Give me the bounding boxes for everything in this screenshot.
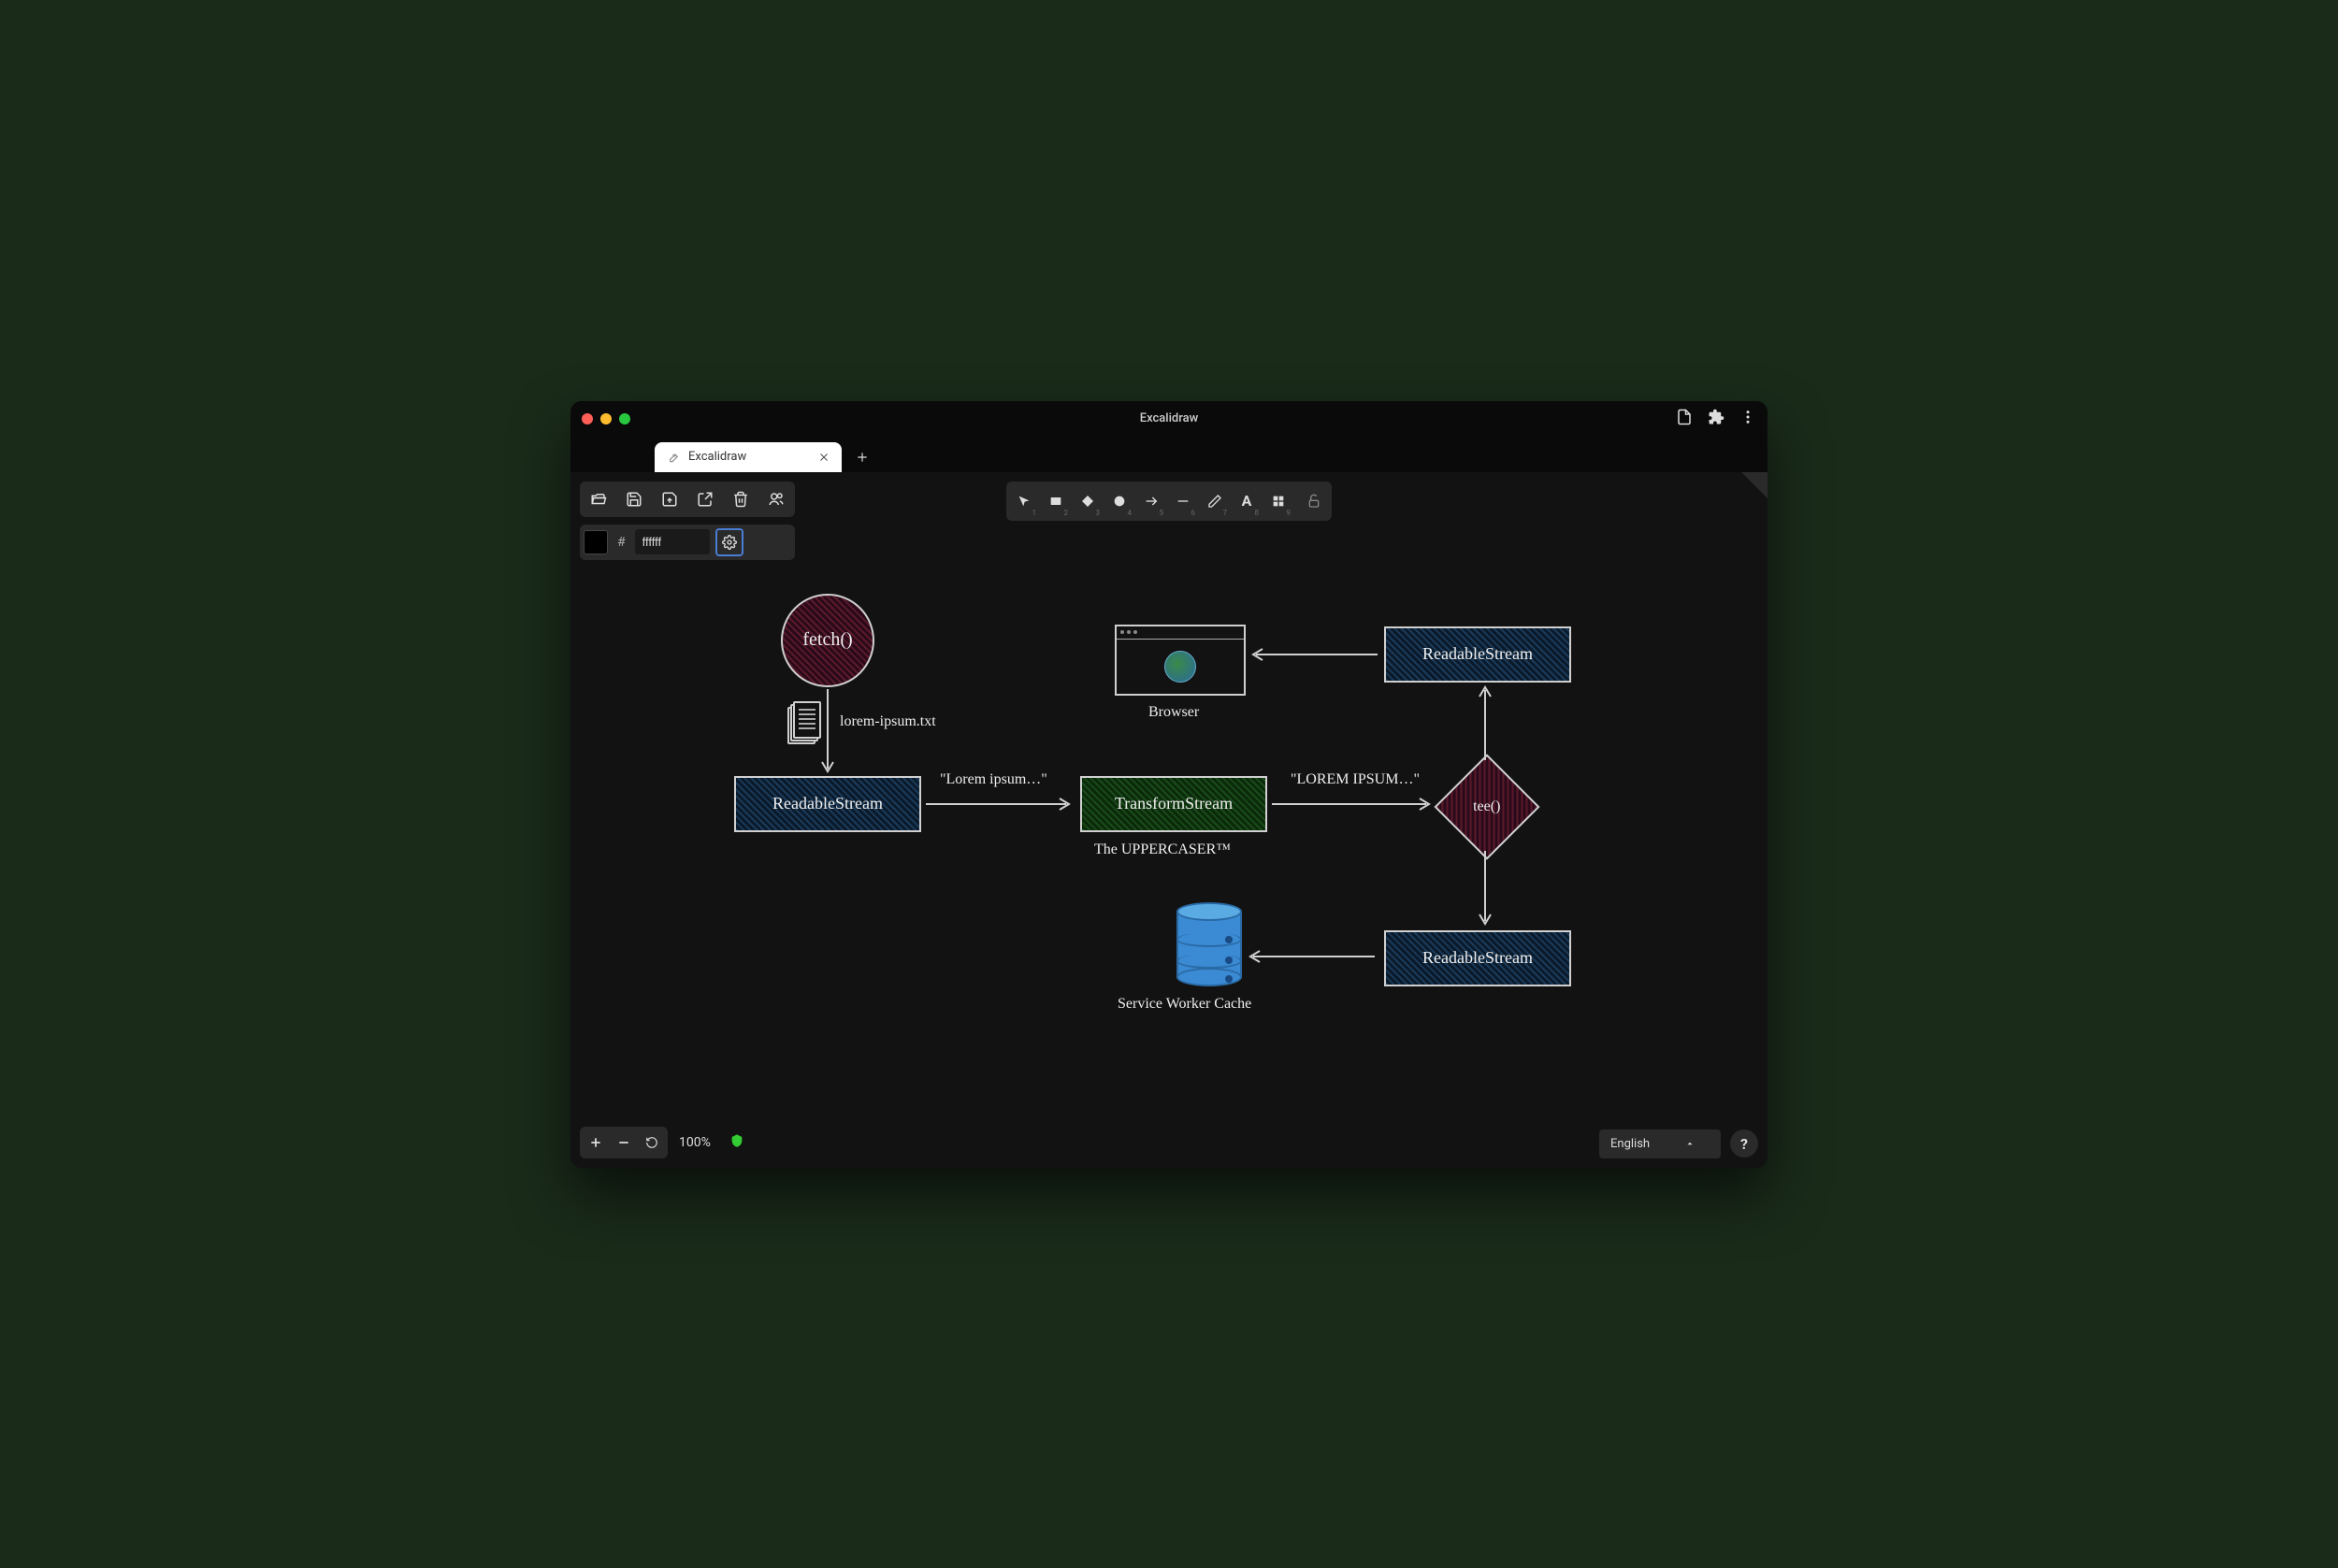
shield-icon[interactable] bbox=[729, 1133, 744, 1152]
extension-icon[interactable] bbox=[1708, 409, 1725, 429]
document-icon bbox=[787, 701, 821, 744]
help-button[interactable]: ? bbox=[1730, 1129, 1758, 1158]
zoom-level: 100% bbox=[671, 1135, 718, 1150]
menu-dots-icon[interactable] bbox=[1739, 409, 1756, 429]
new-tab-button[interactable] bbox=[849, 444, 875, 470]
close-window-button[interactable] bbox=[582, 413, 593, 424]
arrow-transform-tee bbox=[1272, 797, 1436, 815]
language-select[interactable]: English bbox=[1599, 1129, 1721, 1158]
node-swcache[interactable] bbox=[1176, 902, 1242, 986]
node-readablestream-3[interactable]: ReadableStream bbox=[1384, 930, 1571, 986]
app-window: Excalidraw Excalidraw bbox=[570, 401, 1768, 1168]
traffic-lights bbox=[582, 413, 630, 424]
node-readablestream-2[interactable]: ReadableStream bbox=[1384, 626, 1571, 683]
label-lorem-upper: "LOREM IPSUM…" bbox=[1291, 771, 1420, 788]
arrow-tee-readable3 bbox=[1478, 851, 1496, 930]
node-transformstream[interactable]: TransformStream bbox=[1080, 776, 1267, 832]
label-uppercaser: The UPPERCASER™ bbox=[1094, 842, 1231, 858]
window-title: Excalidraw bbox=[1140, 411, 1199, 425]
node-fetch[interactable]: fetch() bbox=[781, 594, 874, 687]
label-swcache: Service Worker Cache bbox=[1118, 996, 1251, 1013]
globe-icon bbox=[1164, 651, 1196, 683]
arrow-readable3-swcache bbox=[1248, 949, 1379, 968]
zoom-controls: 100% bbox=[580, 1127, 744, 1158]
bottom-right-controls: English ? bbox=[1599, 1129, 1758, 1158]
arrow-tee-readable2 bbox=[1478, 685, 1496, 765]
label-file: lorem-ipsum.txt bbox=[840, 713, 936, 730]
pencil-icon bbox=[666, 451, 679, 464]
zoom-out-button[interactable] bbox=[610, 1129, 638, 1157]
file-icon[interactable] bbox=[1676, 409, 1693, 429]
zoom-in-button[interactable] bbox=[582, 1129, 610, 1157]
tabbar: Excalidraw bbox=[570, 437, 1768, 472]
label-browser: Browser bbox=[1148, 704, 1199, 721]
arrow-readable2-browser bbox=[1251, 647, 1382, 666]
arrow-fetch-readable bbox=[821, 689, 840, 778]
chevron-up-icon bbox=[1685, 1139, 1695, 1148]
tab-title: Excalidraw bbox=[688, 450, 808, 464]
minimize-window-button[interactable] bbox=[600, 413, 612, 424]
node-browser[interactable] bbox=[1115, 625, 1246, 696]
browser-tab[interactable]: Excalidraw bbox=[655, 442, 842, 472]
close-icon[interactable] bbox=[817, 451, 830, 464]
node-readablestream-1[interactable]: ReadableStream bbox=[734, 776, 921, 832]
label-lorem-lower: "Lorem ipsum…" bbox=[940, 771, 1047, 788]
node-tee[interactable]: tee() bbox=[1434, 754, 1539, 859]
zoom-reset-button[interactable] bbox=[638, 1129, 666, 1157]
excalidraw-app: # 1 2 3 4 5 6 7 A8 9 fetch() bbox=[570, 472, 1768, 1168]
canvas[interactable]: fetch() lorem-ipsum.txt ReadableStream T… bbox=[570, 472, 1768, 1168]
maximize-window-button[interactable] bbox=[619, 413, 630, 424]
titlebar: Excalidraw bbox=[570, 401, 1768, 437]
arrow-readable-transform bbox=[926, 797, 1075, 815]
